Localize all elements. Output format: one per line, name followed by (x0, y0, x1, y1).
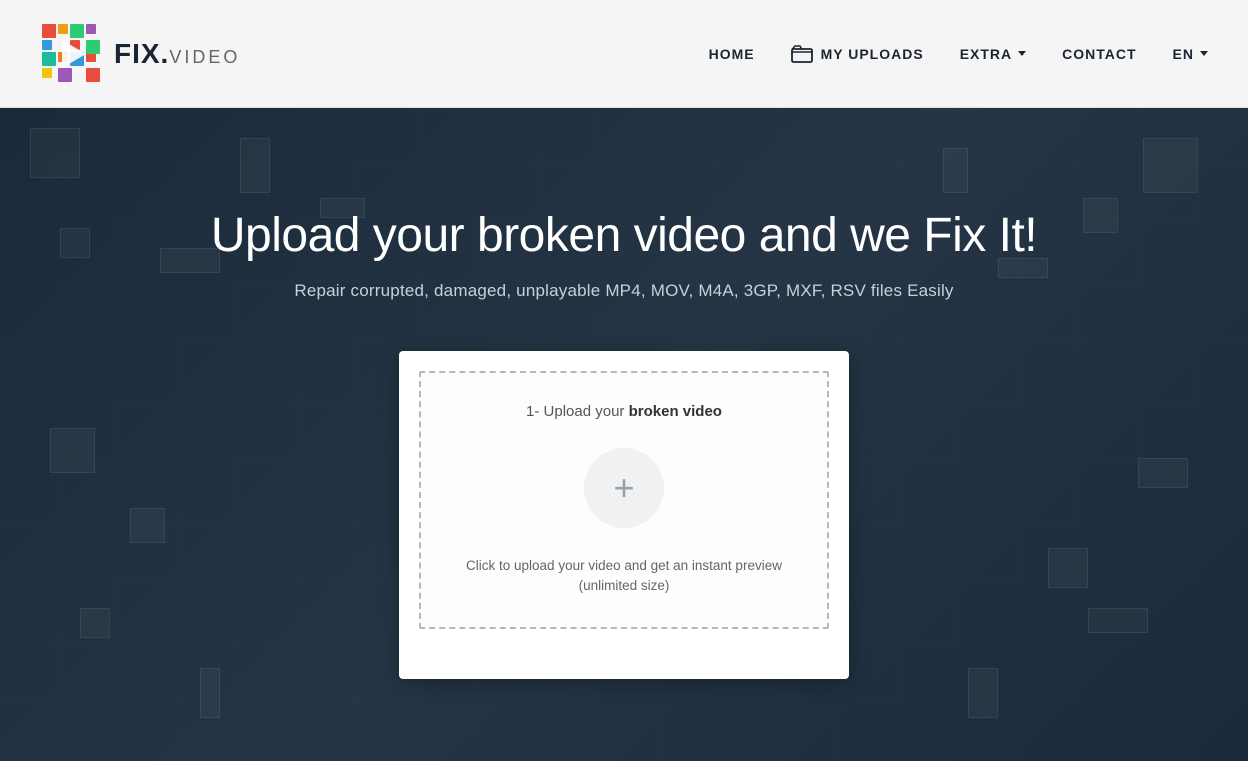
nav-home[interactable]: HOME (709, 46, 755, 62)
logo-video: VIDEO (169, 47, 240, 67)
upload-hint: Click to upload your video and get an in… (466, 556, 782, 597)
nav-my-uploads[interactable]: MY UPLOADS (791, 45, 924, 63)
header: FIX.VIDEO HOME MY UPLOADS EXTRA CONTACT … (0, 0, 1248, 108)
language-chevron-icon (1200, 51, 1208, 56)
logo-fix: FIX. (114, 38, 169, 69)
logo-wordmark: FIX.VIDEO (114, 38, 240, 70)
upload-card: 1- Upload your broken video + Click to u… (399, 351, 849, 679)
hero-subtitle: Repair corrupted, damaged, unplayable MP… (294, 281, 953, 301)
upload-folder-icon (791, 45, 813, 63)
upload-plus-button[interactable]: + (584, 448, 664, 528)
main-nav: HOME MY UPLOADS EXTRA CONTACT EN (709, 45, 1208, 63)
upload-label: 1- Upload your broken video (526, 403, 722, 420)
hero-section: Upload your broken video and we Fix It! … (0, 108, 1248, 761)
hero-title: Upload your broken video and we Fix It! (211, 208, 1037, 263)
logo[interactable]: FIX.VIDEO (40, 22, 240, 86)
nav-extra[interactable]: EXTRA (960, 46, 1026, 62)
plus-icon: + (613, 470, 634, 506)
logo-icon (40, 22, 104, 86)
extra-chevron-icon (1018, 51, 1026, 56)
hero-content: Upload your broken video and we Fix It! … (0, 108, 1248, 679)
nav-language[interactable]: EN (1173, 46, 1208, 62)
nav-contact[interactable]: CONTACT (1062, 46, 1136, 62)
upload-zone[interactable]: 1- Upload your broken video + Click to u… (419, 371, 829, 629)
